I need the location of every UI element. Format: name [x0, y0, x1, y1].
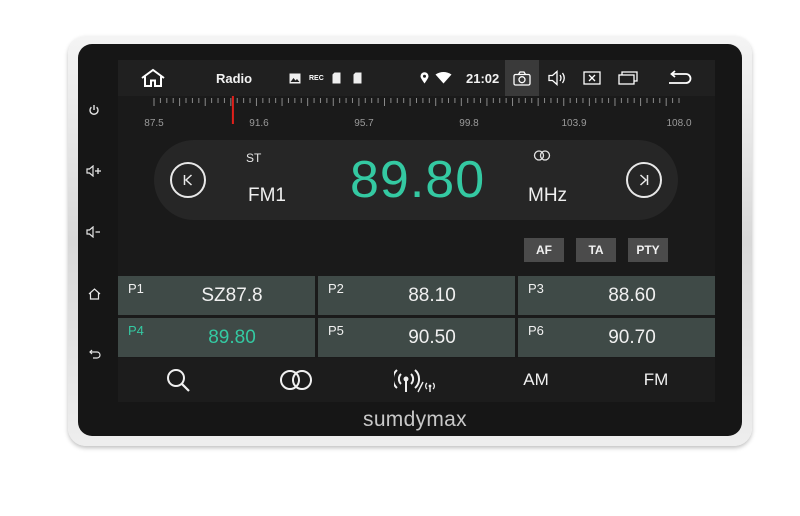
- preset-grid: P1 SZ87.8 P2 88.10 P3 88.60 P4 89.80 P5 …: [118, 276, 715, 358]
- preset-p5[interactable]: P5 90.50: [318, 318, 515, 357]
- back-nav-button[interactable]: [666, 60, 692, 96]
- location-icon: [420, 60, 429, 96]
- power-button[interactable]: [83, 99, 105, 121]
- home-icon: [141, 68, 165, 87]
- am-band-button[interactable]: AM: [514, 358, 558, 402]
- seek-previous-button[interactable]: [170, 162, 206, 198]
- frequency-display: 89.80: [350, 151, 486, 209]
- volume-down-button[interactable]: [83, 221, 105, 243]
- back-button[interactable]: [83, 343, 105, 365]
- volume-up-icon: [86, 165, 101, 177]
- power-icon: [89, 105, 99, 115]
- stereo-indicator: ST: [246, 151, 262, 165]
- wifi-icon: [435, 60, 452, 96]
- ta-button[interactable]: TA: [576, 238, 616, 262]
- seek-next-button[interactable]: [626, 162, 662, 198]
- dial-label: 87.5: [144, 118, 164, 129]
- back-arrow-icon: [669, 70, 692, 84]
- search-button[interactable]: [156, 358, 200, 402]
- recent-apps-button[interactable]: [618, 60, 638, 96]
- dial-scale: [153, 96, 680, 124]
- screenshot-button[interactable]: [513, 60, 531, 96]
- local-distance-button[interactable]: [392, 358, 440, 402]
- stereo-icon: [533, 148, 551, 166]
- stereo-icon: [280, 370, 312, 390]
- clock: 21:02: [466, 70, 500, 86]
- frequency-unit: MHz: [528, 185, 568, 206]
- home-button[interactable]: [83, 283, 105, 305]
- home-nav-button[interactable]: [140, 60, 166, 96]
- preset-value: 89.80: [208, 327, 256, 348]
- radio-screen: Radio REC 21:02 87.5 91.6 95.7 99.8 103.…: [118, 60, 715, 402]
- frequency-dial[interactable]: 87.5 91.6 95.7 99.8 103.9 108.0: [118, 96, 715, 136]
- close-app-button[interactable]: [583, 60, 601, 96]
- dial-label: 108.0: [666, 118, 692, 129]
- antenna-signal-icon: [394, 369, 435, 393]
- app-title: Radio: [216, 70, 253, 86]
- band-label: FM1: [248, 185, 286, 206]
- pty-button[interactable]: PTY: [628, 238, 668, 262]
- skip-next-icon: [639, 174, 649, 186]
- brand-logo: sumdymax: [363, 408, 467, 431]
- volume-up-button[interactable]: [83, 160, 105, 182]
- preset-value: 88.10: [408, 285, 456, 306]
- image-icon: [289, 60, 301, 96]
- preset-p4[interactable]: P4 89.80: [118, 318, 315, 357]
- bottom-toolbar: AM FM: [118, 358, 715, 402]
- status-bar: Radio REC 21:02: [118, 60, 715, 96]
- volume-button[interactable]: [548, 60, 568, 96]
- home-icon: [88, 288, 100, 300]
- preset-value: 88.60: [608, 285, 656, 306]
- preset-p3[interactable]: P3 88.60: [518, 276, 715, 315]
- camera-icon: [513, 70, 531, 86]
- speaker-icon: [548, 70, 565, 86]
- preset-value: 90.70: [608, 327, 656, 348]
- preset-value: SZ87.8: [201, 285, 263, 306]
- recent-apps-icon: [618, 71, 638, 85]
- rec-icon: REC: [309, 74, 324, 82]
- dial-label: 95.7: [354, 118, 374, 129]
- skip-previous-icon: [183, 174, 193, 186]
- preset-p2[interactable]: P2 88.10: [318, 276, 515, 315]
- close-window-icon: [583, 71, 601, 85]
- search-icon: [167, 369, 190, 392]
- preset-value: 90.50: [408, 327, 456, 348]
- stereo-toggle-button[interactable]: [274, 358, 318, 402]
- preset-p1[interactable]: P1 SZ87.8: [118, 276, 315, 315]
- dial-label: 91.6: [249, 118, 269, 129]
- dial-label: 99.8: [459, 118, 479, 129]
- fm-band-button[interactable]: FM: [634, 358, 678, 402]
- volume-down-icon: [86, 226, 100, 238]
- sd-card-icon: [332, 60, 341, 96]
- af-button[interactable]: AF: [524, 238, 564, 262]
- back-icon: [88, 349, 101, 359]
- preset-p6[interactable]: P6 90.70: [518, 318, 715, 357]
- sd-card-icon: [353, 60, 362, 96]
- dial-label: 103.9: [561, 118, 587, 129]
